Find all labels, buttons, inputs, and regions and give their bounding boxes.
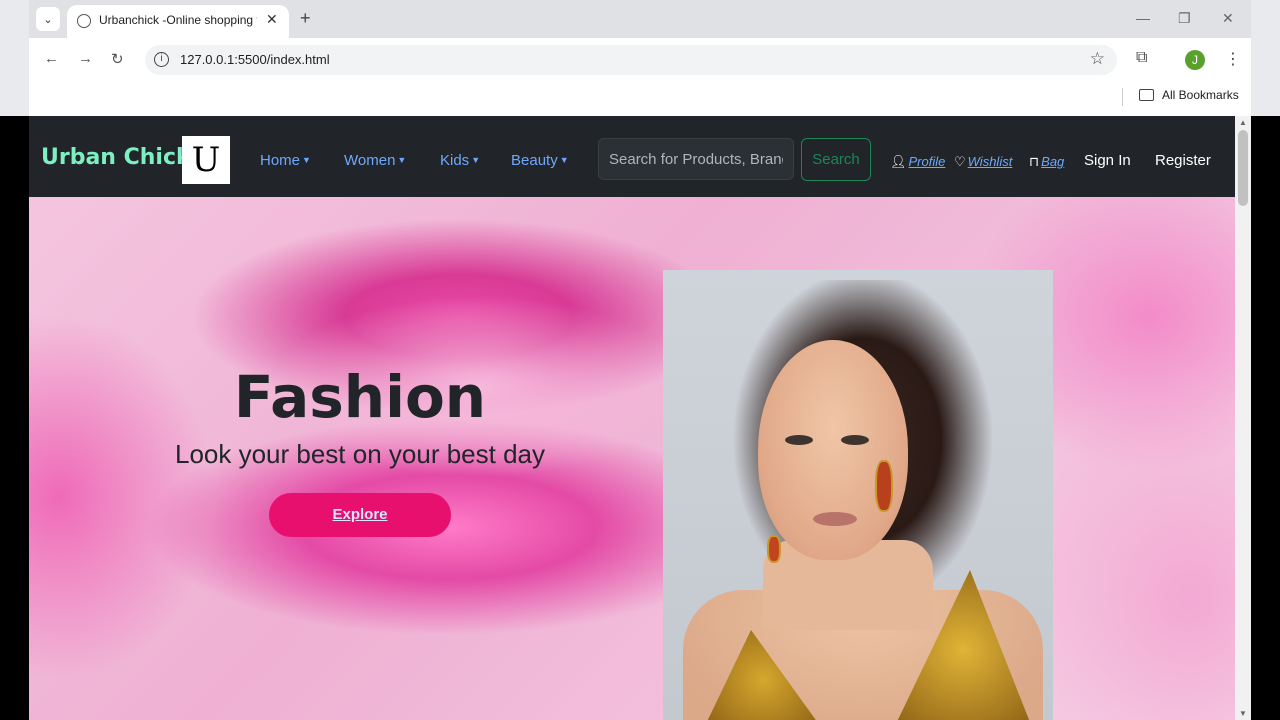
globe-icon [77, 14, 91, 28]
earring-right [875, 460, 893, 512]
back-arrow-icon[interactable]: ← [44, 50, 59, 67]
tab-title: Urbanchick -Online shopping f [99, 13, 257, 27]
model-eye-right [841, 435, 869, 445]
profile-link[interactable]: 👤︎ Profile [890, 154, 945, 170]
chevron-down-icon: ⌄ [43, 13, 53, 26]
nav-home-label: Home [260, 152, 301, 169]
person-icon: 👤︎ [890, 154, 907, 169]
heart-icon: ♡ [954, 154, 966, 169]
site-navbar: Urban Chick U Home ▼ Women ▼ Kids ▼ Beauty ▼… [29, 116, 1235, 197]
caret-down-icon: ▼ [471, 155, 481, 165]
sign-in-link[interactable]: Sign In [1084, 152, 1131, 169]
nav-home-dropdown[interactable]: Home ▼ [260, 152, 311, 169]
nav-kids-label: Kids [440, 152, 470, 169]
close-window-icon[interactable]: ✕ [1222, 10, 1234, 27]
hero-title: Fashion [233, 363, 487, 431]
search-button[interactable]: Search [801, 138, 871, 181]
browser-chrome: ⌄ Urbanchick -Online shopping f ✕ + — ❐ … [0, 0, 1280, 116]
forward-arrow-icon[interactable]: → [78, 50, 93, 67]
hero-banner: Fashion Look your best on your best day … [29, 197, 1235, 720]
caret-down-icon: ▼ [559, 155, 569, 165]
scroll-up-icon[interactable]: ▲ [1239, 118, 1247, 127]
browser-tab[interactable]: Urbanchick -Online shopping f ✕ [67, 5, 289, 38]
restore-icon[interactable]: ❐ [1178, 10, 1191, 27]
tab-search-dropdown[interactable]: ⌄ [36, 7, 60, 31]
scroll-down-icon[interactable]: ▼ [1239, 709, 1247, 718]
scrollbar-thumb[interactable] [1238, 130, 1248, 206]
bookmarks-separator [1122, 88, 1123, 106]
hero-model-image [663, 270, 1053, 720]
minimize-icon[interactable]: — [1136, 10, 1150, 26]
profile-label: Profile [908, 154, 946, 169]
caret-down-icon: ▼ [397, 155, 407, 165]
brand-logo[interactable]: U [182, 136, 230, 184]
wishlist-label: Wishlist [967, 154, 1013, 169]
bag-icon: ⊓ [1029, 154, 1040, 169]
nav-beauty-label: Beauty [511, 152, 558, 169]
nav-beauty-dropdown[interactable]: Beauty ▼ [511, 152, 569, 169]
bookmarks-bar [29, 82, 1251, 116]
bookmark-star-icon[interactable]: ☆ [1090, 49, 1105, 69]
caret-down-icon: ▼ [302, 155, 311, 165]
nav-women-dropdown[interactable]: Women ▼ [344, 152, 406, 169]
model-face [758, 340, 908, 560]
nav-kids-dropdown[interactable]: Kids ▼ [440, 152, 480, 169]
site-info-icon[interactable]: i [154, 52, 169, 67]
bag-label: Bag [1041, 154, 1065, 169]
new-tab-button[interactable]: + [300, 8, 311, 29]
search-input[interactable] [598, 138, 794, 180]
wishlist-link[interactable]: ♡ Wishlist [954, 154, 1012, 170]
nav-women-label: Women [344, 152, 396, 169]
brand-name[interactable]: Urban Chick [41, 145, 191, 170]
web-page: Urban Chick U Home ▼ Women ▼ Kids ▼ Beauty ▼… [29, 116, 1235, 720]
folder-icon [1139, 89, 1154, 101]
bag-link[interactable]: ⊓ Bag [1029, 154, 1064, 170]
explore-button[interactable]: Explore [269, 493, 451, 537]
model-lips [813, 512, 857, 526]
register-link[interactable]: Register [1155, 152, 1211, 169]
page-scrollbar[interactable]: ▲ ▼ [1235, 116, 1251, 720]
hero-subtitle: Look your best on your best day [174, 439, 545, 469]
all-bookmarks-link[interactable]: All Bookmarks [1162, 88, 1239, 102]
close-tab-icon[interactable]: ✕ [266, 11, 278, 28]
address-bar[interactable]: i 127.0.0.1:5500/index.html ☆ [145, 45, 1117, 75]
extensions-icon[interactable]: ⧉ [1136, 49, 1147, 67]
reload-icon[interactable]: ↻ [111, 50, 124, 68]
model-eye-left [785, 435, 813, 445]
earring-left [767, 535, 781, 563]
menu-kebab-icon[interactable]: ⋮ [1225, 49, 1241, 69]
profile-avatar[interactable]: J [1185, 50, 1205, 70]
url-text[interactable]: 127.0.0.1:5500/index.html [180, 52, 330, 67]
